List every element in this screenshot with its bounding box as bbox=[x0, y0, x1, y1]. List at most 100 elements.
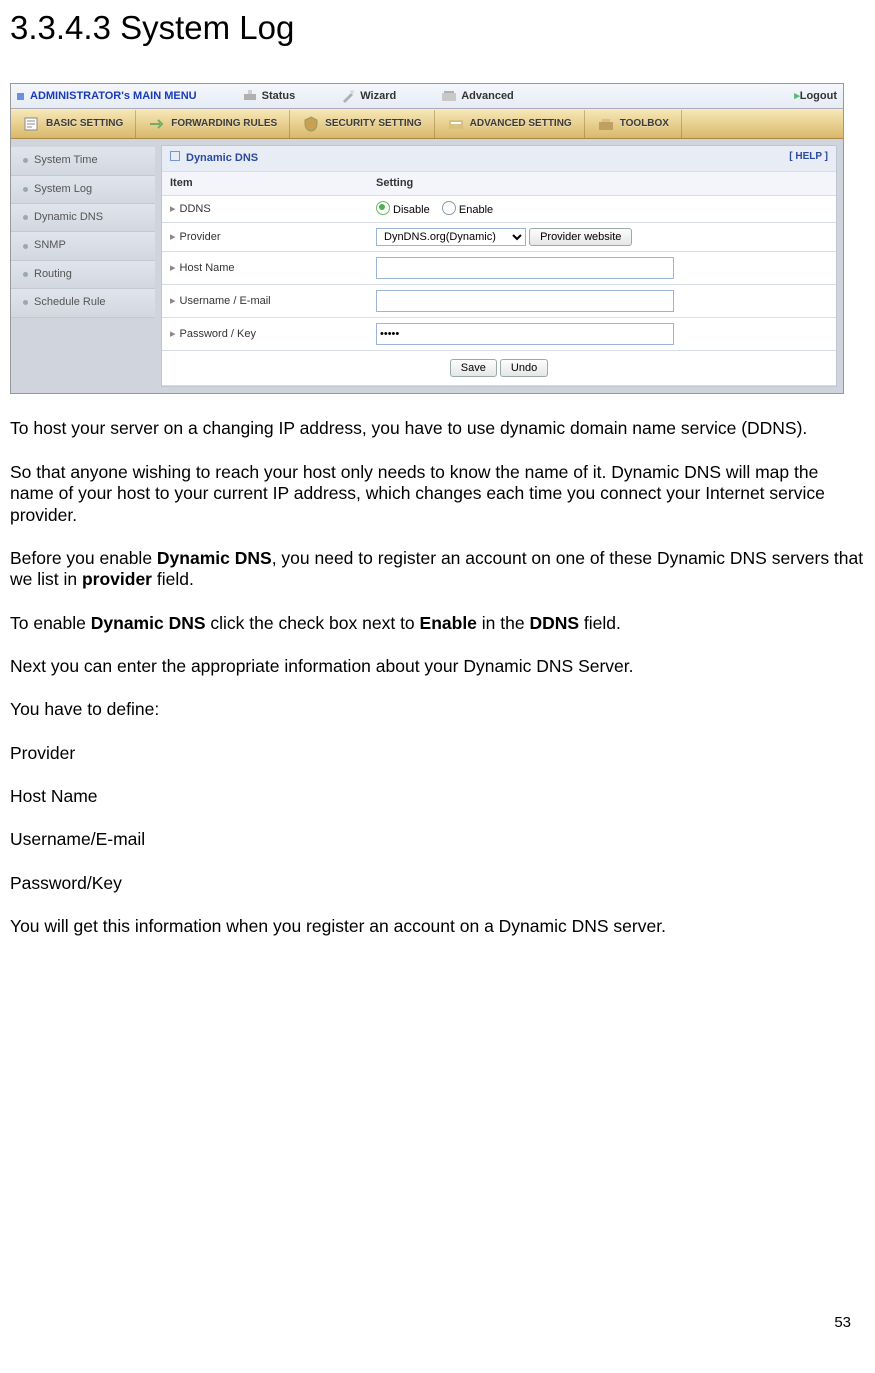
basic-setting-icon bbox=[23, 116, 41, 132]
bold-text: Enable bbox=[420, 613, 477, 633]
sidebar-item-system-time[interactable]: System Time bbox=[11, 147, 155, 175]
paragraph: You will get this information when you r… bbox=[10, 916, 865, 937]
bold-text: Dynamic DNS bbox=[157, 548, 272, 568]
security-icon bbox=[302, 116, 320, 132]
sidebar-item-label: SNMP bbox=[34, 239, 66, 252]
provider-label-text: Provider bbox=[180, 231, 221, 243]
paragraph: Next you can enter the appropriate infor… bbox=[10, 656, 865, 677]
panel-bullet-icon bbox=[170, 151, 180, 161]
define-password: Password/Key bbox=[10, 873, 865, 894]
sidebar-item-snmp[interactable]: SNMP bbox=[11, 232, 155, 260]
provider-website-button[interactable]: Provider website bbox=[529, 228, 632, 246]
tab-security-label: SECURITY SETTING bbox=[325, 118, 422, 130]
text: click the check box next to bbox=[206, 613, 420, 633]
tab-toolbox-label: TOOLBOX bbox=[620, 118, 669, 130]
bold-text: Dynamic DNS bbox=[91, 613, 206, 633]
text: in the bbox=[477, 613, 530, 633]
bold-text: DDNS bbox=[529, 613, 579, 633]
bold-text: provider bbox=[82, 569, 152, 589]
nav-wizard[interactable]: Wizard bbox=[340, 88, 396, 104]
bullet-icon bbox=[23, 187, 28, 192]
ddns-label-text: DDNS bbox=[180, 203, 211, 215]
document-body: To host your server on a changing IP add… bbox=[10, 418, 865, 937]
advanced-icon bbox=[441, 88, 457, 104]
undo-button[interactable]: Undo bbox=[500, 359, 548, 377]
sidebar-item-label: Schedule Rule bbox=[34, 296, 106, 309]
row-provider-label: ▸Provider bbox=[162, 223, 368, 252]
column-item-header: Item bbox=[162, 171, 368, 195]
logout-link[interactable]: Logout bbox=[794, 90, 837, 103]
provider-select[interactable]: DynDNS.org(Dynamic) bbox=[376, 228, 526, 246]
ddns-disable-label: Disable bbox=[393, 204, 430, 216]
sidebar-item-system-log[interactable]: System Log bbox=[11, 176, 155, 204]
paragraph: To host your server on a changing IP add… bbox=[10, 418, 865, 439]
forwarding-icon bbox=[148, 116, 166, 132]
ddns-disable-radio[interactable] bbox=[376, 201, 390, 215]
page-number: 53 bbox=[834, 1314, 851, 1332]
help-link[interactable]: [ HELP ] bbox=[789, 151, 828, 163]
hostname-label-text: Host Name bbox=[180, 262, 235, 274]
bullet-icon bbox=[23, 158, 28, 163]
ddns-enable-radio[interactable] bbox=[442, 201, 456, 215]
column-setting-header: Setting bbox=[368, 171, 836, 195]
ddns-enable-label: Enable bbox=[459, 204, 493, 216]
nav-status[interactable]: Status bbox=[242, 88, 296, 104]
sidebar-item-label: System Log bbox=[34, 183, 92, 196]
nav-advanced[interactable]: Advanced bbox=[441, 88, 514, 104]
tab-forwarding-label: FORWARDING RULES bbox=[171, 118, 277, 130]
nav-wizard-label: Wizard bbox=[360, 90, 396, 103]
menu-bullet-icon bbox=[17, 93, 24, 100]
sidebar-item-routing[interactable]: Routing bbox=[11, 261, 155, 289]
bullet-icon bbox=[23, 244, 28, 249]
advanced-setting-icon bbox=[447, 116, 465, 132]
password-label-text: Password / Key bbox=[180, 328, 256, 340]
sidebar-item-dynamic-dns[interactable]: Dynamic DNS bbox=[11, 204, 155, 232]
admin-menu-title: ADMINISTRATOR's MAIN MENU bbox=[30, 90, 197, 103]
paragraph: So that anyone wishing to reach your hos… bbox=[10, 462, 865, 526]
save-button[interactable]: Save bbox=[450, 359, 497, 377]
tab-toolbox[interactable]: TOOLBOX bbox=[585, 110, 682, 138]
router-ui-screenshot: ADMINISTRATOR's MAIN MENU Status Wizard … bbox=[10, 83, 844, 394]
define-hostname: Host Name bbox=[10, 786, 865, 807]
username-input[interactable] bbox=[376, 290, 674, 312]
panel-title-row: Dynamic DNS [ HELP ] bbox=[162, 146, 836, 171]
settings-panel: Dynamic DNS [ HELP ] Item Setting ▸DDNS … bbox=[161, 145, 837, 387]
tab-advanced-setting[interactable]: ADVANCED SETTING bbox=[435, 110, 585, 138]
paragraph: Before you enable Dynamic DNS, you need … bbox=[10, 548, 865, 591]
tab-basic-setting[interactable]: BASIC SETTING bbox=[11, 110, 136, 138]
panel-title: Dynamic DNS bbox=[186, 152, 258, 164]
sidebar: System Time System Log Dynamic DNS SNMP … bbox=[11, 139, 155, 393]
username-label-text: Username / E-mail bbox=[180, 295, 271, 307]
tab-security-setting[interactable]: SECURITY SETTING bbox=[290, 110, 435, 138]
bullet-icon bbox=[23, 272, 28, 277]
paragraph: You have to define: bbox=[10, 699, 865, 720]
section-heading: 3.3.4.3 System Log bbox=[10, 8, 865, 48]
status-icon bbox=[242, 88, 258, 104]
wizard-icon bbox=[340, 88, 356, 104]
sidebar-item-label: Routing bbox=[34, 268, 72, 281]
row-username-label: ▸Username / E-mail bbox=[162, 285, 368, 318]
nav-advanced-label: Advanced bbox=[461, 90, 514, 103]
sidebar-item-label: System Time bbox=[34, 154, 98, 167]
hostname-input[interactable] bbox=[376, 257, 674, 279]
text: To enable bbox=[10, 613, 91, 633]
row-hostname-label: ▸Host Name bbox=[162, 252, 368, 285]
tab-basic-label: BASIC SETTING bbox=[46, 118, 123, 130]
define-username: Username/E-mail bbox=[10, 829, 865, 850]
password-input[interactable] bbox=[376, 323, 674, 345]
tab-forwarding-rules[interactable]: FORWARDING RULES bbox=[136, 110, 290, 138]
bullet-icon bbox=[23, 300, 28, 305]
row-ddns-label: ▸DDNS bbox=[162, 196, 368, 223]
text: field. bbox=[579, 613, 621, 633]
tab-strip: BASIC SETTING FORWARDING RULES SECURITY … bbox=[11, 109, 843, 139]
text: field. bbox=[152, 569, 194, 589]
text: Before you enable bbox=[10, 548, 157, 568]
toolbox-icon bbox=[597, 116, 615, 132]
tab-advanced-label: ADVANCED SETTING bbox=[470, 118, 572, 130]
paragraph: To enable Dynamic DNS click the check bo… bbox=[10, 613, 865, 634]
row-password-label: ▸Password / Key bbox=[162, 318, 368, 351]
bullet-icon bbox=[23, 215, 28, 220]
nav-status-label: Status bbox=[262, 90, 296, 103]
sidebar-item-schedule-rule[interactable]: Schedule Rule bbox=[11, 289, 155, 317]
define-provider: Provider bbox=[10, 743, 865, 764]
